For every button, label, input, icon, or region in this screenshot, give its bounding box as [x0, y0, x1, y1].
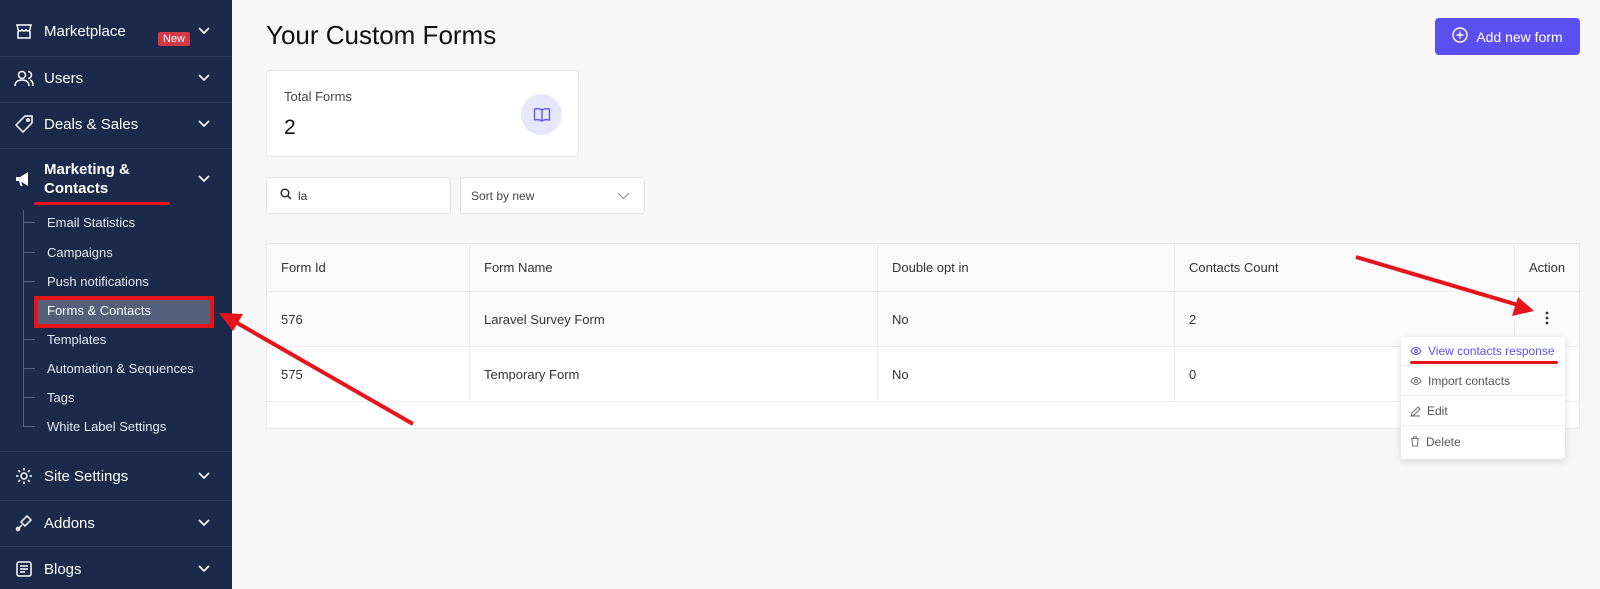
- sidebar-item-marketplace[interactable]: Marketplace New: [0, 11, 232, 51]
- cell-double-opt-in: No: [878, 292, 1175, 346]
- cell-form-id: 576: [267, 292, 470, 346]
- sidebar-item-label: Users: [44, 69, 84, 87]
- document-icon: [14, 559, 34, 579]
- chevron-down-icon[interactable]: [198, 69, 210, 87]
- sidebar-item-label-line2: Contacts: [44, 180, 109, 197]
- menu-item-import-contacts[interactable]: Import contacts: [1401, 367, 1565, 396]
- submenu-tick: [23, 252, 35, 253]
- sidebar-item-label-line1: Marketing &: [44, 161, 130, 178]
- page-title: Your Custom Forms: [266, 20, 497, 50]
- total-forms-card: Total Forms 2: [266, 70, 579, 157]
- search-icon: [280, 187, 292, 205]
- sidebar-sub-item-automation[interactable]: Automation & Sequences: [47, 361, 194, 376]
- menu-item-label: View contacts response: [1428, 344, 1555, 358]
- table-row[interactable]: 576 Laravel Survey Form No 2: [267, 292, 1579, 347]
- search-field[interactable]: [266, 177, 451, 214]
- sidebar-sub-item-white-label[interactable]: White Label Settings: [47, 419, 166, 434]
- new-badge: New: [158, 32, 191, 46]
- submenu-tick: [23, 397, 35, 398]
- table-header-row: Form Id Form Name Double opt in Contacts…: [267, 244, 1579, 292]
- annotation-underline: [34, 202, 170, 205]
- annotation-underline: [1410, 361, 1558, 364]
- sidebar-item-users[interactable]: Users: [0, 58, 232, 98]
- search-input[interactable]: [298, 188, 438, 203]
- sort-select[interactable]: Sort by new: [460, 177, 645, 214]
- sidebar-item-label: Site Settings: [44, 467, 129, 485]
- divider: [0, 546, 232, 547]
- cell-form-name: Temporary Form: [470, 347, 878, 401]
- trash-icon: [1411, 436, 1419, 447]
- sidebar-item-label: Deals & Sales: [44, 115, 139, 133]
- sidebar-item-marketing-contacts[interactable]: Marketing & Contacts: [0, 155, 232, 203]
- eye-icon: [1410, 376, 1422, 386]
- submenu-tick: [23, 368, 35, 369]
- chevron-down-icon[interactable]: [198, 514, 210, 532]
- menu-item-delete[interactable]: Delete: [1401, 427, 1565, 456]
- sidebar-item-label: Marketplace: [44, 22, 126, 40]
- plus-circle-icon: [1452, 27, 1469, 46]
- column-header-contacts-count: Contacts Count: [1175, 244, 1515, 291]
- action-dropdown-menu: View contacts response Import contacts E…: [1401, 337, 1565, 459]
- sidebar-sub-item-forms-contacts[interactable]: Forms & Contacts: [47, 303, 151, 318]
- menu-item-label: Import contacts: [1428, 374, 1511, 388]
- gear-icon: [14, 466, 34, 486]
- cell-form-id: 575: [267, 347, 470, 401]
- users-icon: [14, 68, 34, 88]
- sidebar-item-deals-sales[interactable]: Deals & Sales: [0, 104, 232, 144]
- column-header-action: Action: [1529, 260, 1566, 275]
- sidebar-item-label: Blogs: [44, 560, 82, 578]
- divider: [0, 56, 232, 57]
- store-icon: [14, 21, 34, 41]
- divider: [0, 102, 232, 103]
- submenu-tick: [23, 281, 35, 282]
- column-header-form-id: Form Id: [267, 244, 470, 291]
- divider: [0, 148, 232, 149]
- submenu-tick: [23, 339, 35, 340]
- sort-select-value: Sort by new: [471, 188, 535, 203]
- submenu-line: [23, 210, 24, 427]
- menu-item-label: Delete: [1426, 434, 1461, 449]
- menu-item-label: Edit: [1427, 404, 1448, 418]
- megaphone-icon: [14, 169, 34, 189]
- column-header-form-name: Form Name: [470, 244, 878, 291]
- chevron-down-icon[interactable]: [198, 560, 210, 578]
- chevron-down-icon[interactable]: [198, 115, 210, 133]
- sidebar-sub-item-tags[interactable]: Tags: [47, 390, 74, 405]
- divider: [0, 500, 232, 501]
- divider: [0, 451, 232, 452]
- add-new-form-label: Add new form: [1476, 28, 1563, 45]
- addons-icon: [14, 513, 34, 533]
- cell-form-name: Laravel Survey Form: [470, 292, 878, 346]
- menu-item-edit[interactable]: Edit: [1401, 397, 1565, 426]
- submenu-tick: [23, 426, 35, 427]
- more-options-icon[interactable]: [1545, 311, 1549, 328]
- sidebar-item-blogs[interactable]: Blogs: [0, 549, 232, 589]
- sidebar-sub-item-push-notifications[interactable]: Push notifications: [47, 274, 149, 289]
- tag-icon: [14, 114, 34, 134]
- sidebar-item-site-settings[interactable]: Site Settings: [0, 456, 232, 496]
- cell-double-opt-in: No: [878, 347, 1175, 401]
- table-row[interactable]: 575 Temporary Form No 0: [267, 347, 1579, 402]
- chevron-down-icon[interactable]: [198, 170, 210, 188]
- stat-value: 2: [284, 116, 296, 139]
- chevron-down-icon[interactable]: [198, 22, 210, 40]
- sidebar-item-label: Addons: [44, 514, 95, 532]
- column-header-double-opt-in: Double opt in: [878, 244, 1175, 291]
- submenu-tick: [23, 222, 35, 223]
- sidebar: Marketplace New Users Deals & Sales Mark…: [0, 0, 232, 589]
- eye-icon: [1410, 346, 1422, 356]
- stat-label: Total Forms: [284, 89, 352, 104]
- add-new-form-button[interactable]: Add new form: [1435, 18, 1580, 55]
- sidebar-sub-item-email-statistics[interactable]: Email Statistics: [47, 215, 135, 230]
- chevron-down-icon: [617, 189, 630, 205]
- sidebar-item-addons[interactable]: Addons: [0, 503, 232, 543]
- forms-table: Form Id Form Name Double opt in Contacts…: [266, 243, 1580, 429]
- sidebar-sub-item-campaigns[interactable]: Campaigns: [47, 245, 113, 260]
- sidebar-sub-item-templates[interactable]: Templates: [47, 332, 106, 347]
- book-icon: [521, 94, 562, 135]
- pencil-icon: [1410, 405, 1421, 417]
- sidebar-item-label: Marketing & Contacts: [44, 160, 130, 198]
- chevron-down-icon[interactable]: [198, 467, 210, 485]
